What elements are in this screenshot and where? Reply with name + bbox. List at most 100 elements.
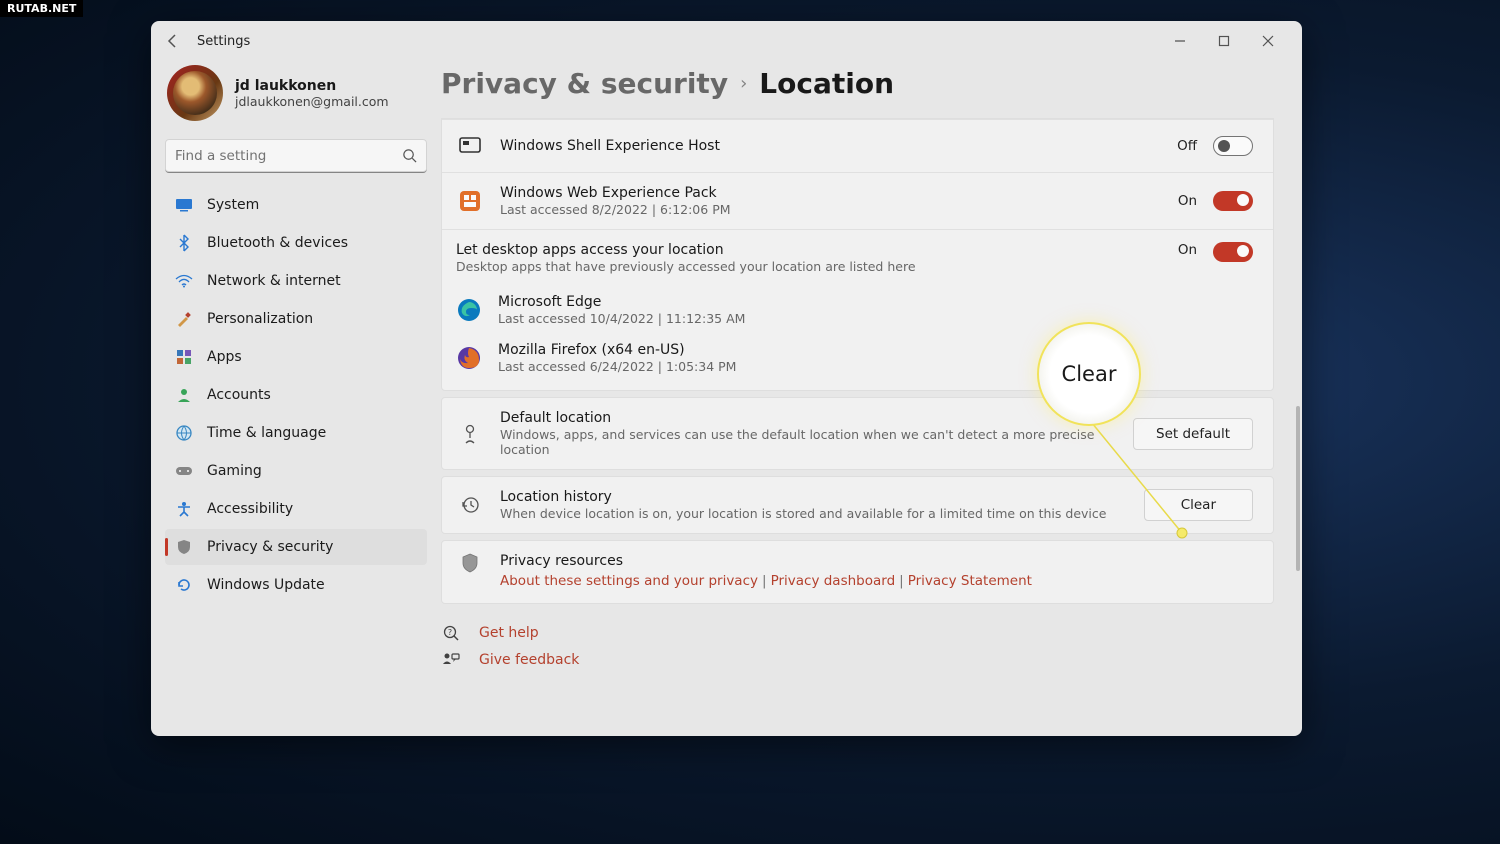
location-icon	[456, 423, 484, 445]
sidebar-item-network[interactable]: Network & internet	[165, 263, 427, 299]
search-field[interactable]	[165, 139, 427, 173]
accessibility-icon	[175, 500, 193, 518]
globe-icon	[175, 424, 193, 442]
sidebar-item-system[interactable]: System	[165, 187, 427, 223]
privacy-links: About these settings and your privacy|Pr…	[500, 573, 1032, 589]
shell-icon	[456, 132, 484, 160]
sidebar-item-windows-update[interactable]: Windows Update	[165, 567, 427, 603]
privacy-resources-title: Privacy resources	[500, 553, 1032, 569]
sidebar-item-label: Windows Update	[207, 577, 325, 593]
wifi-icon	[175, 272, 193, 290]
list-item-title: Microsoft Edge	[498, 294, 1253, 310]
apps-icon	[175, 348, 193, 366]
shield-icon	[175, 538, 193, 556]
sidebar-item-label: Gaming	[207, 463, 262, 479]
search-input[interactable]	[165, 139, 427, 173]
footer-link-label: Get help	[479, 625, 539, 641]
breadcrumb: Privacy & security › Location	[441, 67, 1274, 100]
footer-links: ? Get help Give feedback	[441, 624, 1274, 668]
sidebar-item-bluetooth[interactable]: Bluetooth & devices	[165, 225, 427, 261]
scrollbar[interactable]	[1296, 406, 1300, 571]
sidebar-item-label: Bluetooth & devices	[207, 235, 348, 251]
sidebar-item-label: Time & language	[207, 425, 326, 441]
sidebar-item-accessibility[interactable]: Accessibility	[165, 491, 427, 527]
toggle-label: On	[1178, 193, 1197, 209]
location-history-title: Location history	[500, 489, 1128, 505]
toggle-label: On	[1178, 242, 1197, 258]
web-experience-icon	[456, 187, 484, 215]
sidebar-item-apps[interactable]: Apps	[165, 339, 427, 375]
default-location-panel: Default location Windows, apps, and serv…	[441, 397, 1274, 470]
avatar	[167, 65, 223, 121]
sidebar-item-label: Privacy & security	[207, 539, 333, 555]
sidebar-item-accounts[interactable]: Accounts	[165, 377, 427, 413]
profile-email: jdlaukkonen@gmail.com	[235, 94, 389, 109]
close-button[interactable]	[1246, 26, 1290, 56]
history-icon	[456, 495, 484, 515]
desktop-apps-sub: Desktop apps that have previously access…	[456, 259, 1162, 274]
privacy-resources-panel: Privacy resources About these settings a…	[441, 540, 1274, 604]
desktop-apps-list: Microsoft Edge Last accessed 10/4/2022 |…	[442, 286, 1273, 390]
content: Privacy & security › Location Windows Sh…	[441, 61, 1302, 736]
search-icon	[402, 148, 417, 167]
toggle-web[interactable]	[1213, 191, 1253, 211]
shield-icon	[456, 553, 484, 573]
desktop-apps-header: Let desktop apps access your location De…	[442, 229, 1273, 286]
list-item-title: Mozilla Firefox (x64 en-US)	[498, 342, 1253, 358]
callout-highlight: Clear	[1037, 322, 1141, 426]
sidebar-item-label: Apps	[207, 349, 242, 365]
toggle-shell[interactable]	[1213, 136, 1253, 156]
update-icon	[175, 576, 193, 594]
sidebar-item-label: Network & internet	[207, 273, 341, 289]
app-row-sub: Last accessed 8/2/2022 | 6:12:06 PM	[500, 202, 1162, 217]
app-row-web: Windows Web Experience Pack Last accesse…	[442, 172, 1273, 229]
nav: System Bluetooth & devices Network & int…	[165, 187, 427, 603]
sidebar-item-label: Accessibility	[207, 501, 293, 517]
sidebar-item-label: Accounts	[207, 387, 271, 403]
help-icon: ?	[441, 624, 461, 642]
profile-name: jd laukkonen	[235, 78, 389, 94]
window-title: Settings	[197, 34, 250, 49]
desktop-apps-title: Let desktop apps access your location	[456, 242, 1162, 258]
app-row-title: Windows Web Experience Pack	[500, 185, 1162, 201]
link-statement[interactable]: Privacy Statement	[908, 573, 1032, 589]
link-dashboard[interactable]: Privacy dashboard	[771, 573, 896, 589]
get-help-link[interactable]: ? Get help	[441, 624, 1274, 642]
sidebar-item-privacy-security[interactable]: Privacy & security	[165, 529, 427, 565]
system-icon	[175, 196, 193, 214]
gaming-icon	[175, 462, 193, 480]
app-row-title: Windows Shell Experience Host	[500, 138, 1161, 154]
link-about[interactable]: About these settings and your privacy	[500, 573, 758, 589]
toggle-desktop-apps[interactable]	[1213, 242, 1253, 262]
list-item-sub: Last accessed 10/4/2022 | 11:12:35 AM	[498, 311, 1253, 326]
location-history-panel: Location history When device location is…	[441, 476, 1274, 534]
sidebar-item-label: Personalization	[207, 311, 313, 327]
sidebar-item-label: System	[207, 197, 259, 213]
firefox-icon	[456, 345, 482, 371]
watermark: RUTAB.NET	[0, 0, 83, 17]
paint-icon	[175, 310, 193, 328]
clear-button[interactable]: Clear	[1144, 489, 1253, 521]
location-history-sub: When device location is on, your locatio…	[500, 506, 1128, 521]
feedback-icon	[441, 652, 461, 668]
profile[interactable]: jd laukkonen jdlaukkonen@gmail.com	[165, 61, 427, 135]
breadcrumb-parent[interactable]: Privacy & security	[441, 67, 728, 100]
sidebar-item-personalization[interactable]: Personalization	[165, 301, 427, 337]
sidebar-item-time-language[interactable]: Time & language	[165, 415, 427, 451]
bluetooth-icon	[175, 234, 193, 252]
give-feedback-link[interactable]: Give feedback	[441, 652, 1274, 668]
sidebar: jd laukkonen jdlaukkonen@gmail.com Syste…	[151, 61, 441, 736]
toggle-label: Off	[1177, 138, 1197, 154]
back-button[interactable]	[163, 26, 183, 56]
sidebar-item-gaming[interactable]: Gaming	[165, 453, 427, 489]
minimize-button[interactable]	[1158, 26, 1202, 56]
app-row-shell: Windows Shell Experience Host Off	[442, 119, 1273, 172]
apps-list-panel: Windows Shell Experience Host Off Window…	[441, 118, 1274, 391]
set-default-button[interactable]: Set default	[1133, 418, 1253, 450]
chevron-right-icon: ›	[740, 73, 747, 94]
titlebar: Settings	[151, 21, 1302, 61]
default-location-sub: Windows, apps, and services can use the …	[500, 427, 1117, 457]
account-icon	[175, 386, 193, 404]
maximize-button[interactable]	[1202, 26, 1246, 56]
edge-icon	[456, 297, 482, 323]
